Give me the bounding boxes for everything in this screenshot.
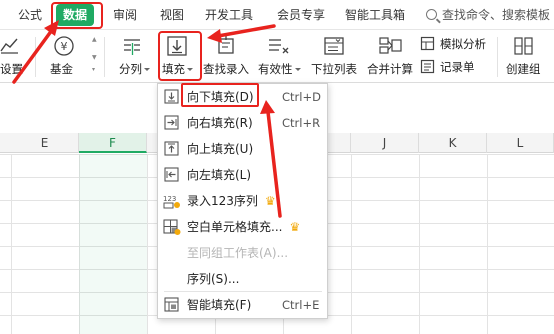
menu-item-fill-right-label: 向右填充(R): [187, 116, 253, 130]
menu-item-to-group-sheets: 至同组工作表(A)...: [158, 242, 327, 264]
tab-developer[interactable]: 开发工具: [205, 6, 253, 24]
fill-right-icon: [164, 115, 180, 131]
menu-item-to-group-sheets-label: 至同组工作表(A)...: [187, 246, 289, 260]
column-header-k[interactable]: K: [419, 133, 487, 153]
column-header-f[interactable]: F: [79, 133, 147, 153]
chevron-down-icon: [294, 68, 301, 71]
menu-item-smart-fill[interactable]: 智能填充(F) Ctrl+E: [158, 294, 327, 316]
menu-separator: [164, 291, 322, 292]
column-header-l[interactable]: L: [487, 133, 554, 153]
menu-item-fill-right-shortcut: Ctrl+R: [282, 116, 321, 130]
svg-text:¥: ¥: [61, 40, 68, 53]
ribbon-toolbar: 设置 ¥ 基金 ▲ ▼ ▾ 分列 填充 查找录入 有效性 下拉列表 合并计算 模…: [0, 31, 554, 83]
menu-item-series[interactable]: 序列(S)...: [158, 268, 327, 290]
dropdown-list-icon: [324, 37, 344, 55]
column-header-e[interactable]: E: [11, 133, 79, 153]
ribbon-dropdown-list-label: 下拉列表: [311, 62, 357, 76]
blank-cell-fill-icon: [163, 219, 181, 235]
smart-fill-icon: [164, 297, 180, 313]
menu-item-fill-left[interactable]: 向左填充(L): [158, 164, 327, 186]
ribbon-divider: [35, 37, 36, 77]
split-columns-icon: [124, 39, 140, 55]
ribbon-validation-label: 有效性: [258, 62, 293, 76]
ribbon-find-entry-label: 查找录入: [203, 62, 249, 76]
ribbon-what-if-label: 模拟分析: [440, 37, 486, 51]
ribbon-split-columns-label: 分列: [119, 62, 142, 76]
fill-left-icon: [164, 167, 180, 183]
yen-icon: ¥: [54, 36, 74, 56]
fill-down-highlight-box: [181, 83, 259, 107]
menu-item-sequence-123[interactable]: 123 录入123序列 ♛: [158, 190, 327, 212]
search-placeholder: 查找命令、搜索模板: [442, 8, 551, 22]
search-icon: [426, 9, 437, 20]
find-entry-icon: [218, 35, 234, 54]
selected-column-f: [79, 154, 147, 334]
menu-item-smart-fill-shortcut: Ctrl+E: [282, 298, 320, 312]
ribbon-settings-label: 设置: [0, 62, 23, 76]
menu-item-blank-cell-fill[interactable]: 空白单元格填充... ♛: [158, 216, 327, 238]
ribbon-consolidate-label: 合并计算: [367, 62, 413, 76]
menu-item-smart-fill-label: 智能填充(F): [187, 298, 252, 312]
menu-item-blank-cell-fill-label: 空白单元格填充...: [187, 220, 283, 234]
tab-formulas[interactable]: 公式: [18, 6, 42, 24]
crown-icon: ♛: [264, 194, 276, 208]
ribbon-create-group-label: 创建组: [506, 62, 541, 76]
ribbon-record-form-label: 记录单: [440, 60, 475, 74]
command-search[interactable]: 查找命令、搜索模板: [426, 6, 550, 24]
fill-up-icon: [164, 141, 180, 157]
fill-highlight-box: [158, 31, 202, 81]
chart-icon: [0, 38, 18, 54]
tab-member[interactable]: 会员专享: [277, 6, 325, 24]
record-form-icon: [420, 59, 435, 74]
fill-down-icon: [164, 89, 180, 105]
tab-review[interactable]: 审阅: [113, 6, 137, 24]
menu-item-fill-right[interactable]: 向右填充(R) Ctrl+R: [158, 112, 327, 134]
ribbon-divider: [104, 37, 105, 77]
svg-text:123: 123: [163, 195, 176, 203]
tab-smart-toolbox[interactable]: 智能工具箱: [345, 6, 405, 24]
consolidate-icon: [379, 37, 402, 54]
tab-highlight-box: [51, 2, 103, 29]
tab-view[interactable]: 视图: [160, 6, 184, 24]
fill-dropdown-menu: 向下填充(D) Ctrl+D 向右填充(R) Ctrl+R 向上填充(U) 向左…: [157, 83, 328, 319]
sequence-123-icon: 123: [163, 193, 181, 209]
validation-icon: [269, 39, 289, 54]
group-icon: [514, 37, 533, 55]
menu-item-fill-up[interactable]: 向上填充(U): [158, 138, 327, 160]
ribbon-divider: [497, 37, 498, 77]
what-if-icon: [420, 36, 435, 51]
chevron-down-icon: [144, 68, 150, 71]
crown-icon: ♛: [289, 220, 301, 234]
scroll-up-icon[interactable]: ▲: [92, 37, 98, 43]
column-header-j[interactable]: J: [351, 133, 419, 153]
menu-item-fill-left-label: 向左填充(L): [187, 168, 252, 182]
ribbon-fund-label: 基金: [50, 62, 73, 76]
menu-item-fill-up-label: 向上填充(U): [187, 142, 254, 156]
scroll-down-icon[interactable]: ▼: [92, 55, 98, 61]
menu-item-series-label: 序列(S)...: [187, 272, 240, 286]
expand-icon[interactable]: ▾: [92, 67, 98, 73]
menu-item-fill-down-shortcut: Ctrl+D: [282, 90, 321, 104]
menu-item-sequence-123-label: 录入123序列: [187, 194, 258, 208]
